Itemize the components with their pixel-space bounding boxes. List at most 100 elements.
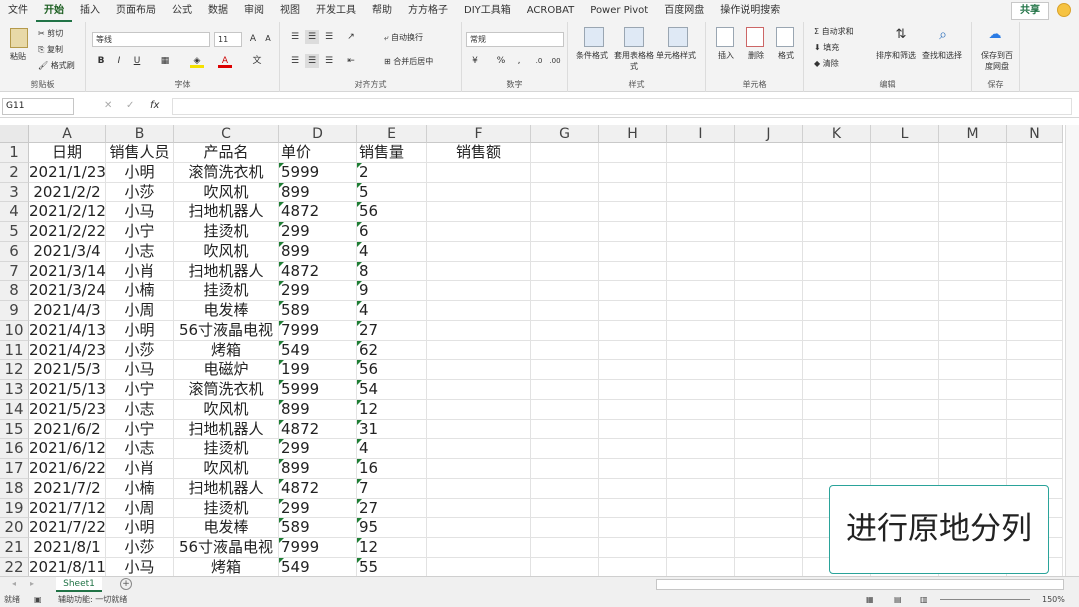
grid-cell[interactable]: 小莎: [106, 340, 174, 361]
decrease-decimal-icon[interactable]: .00: [548, 54, 562, 68]
cell-styles-button[interactable]: 单元格样式: [656, 50, 696, 61]
align-top-icon[interactable]: ☰: [288, 30, 302, 44]
merge-center-button[interactable]: ⊞ 合并后居中: [384, 56, 433, 67]
grid-cell[interactable]: [427, 162, 531, 183]
row-header[interactable]: 19: [0, 498, 29, 519]
grid-cell[interactable]: [939, 281, 1007, 301]
grid-cell[interactable]: [599, 478, 667, 499]
grid-cell[interactable]: [939, 301, 1007, 321]
grid-cell[interactable]: [735, 143, 803, 163]
accessibility-status[interactable]: 辅助功能: 一切就绪: [58, 592, 127, 607]
row-header[interactable]: 9: [0, 301, 29, 321]
grid-cell[interactable]: [599, 538, 667, 558]
grid-cell[interactable]: [871, 261, 939, 282]
grid-cell[interactable]: 55: [357, 557, 427, 576]
grid-cell[interactable]: 小楠: [106, 281, 174, 301]
grid-cell[interactable]: [531, 360, 599, 380]
align-bottom-icon[interactable]: ☰: [322, 30, 336, 44]
grid-cell[interactable]: 2021/7/2: [29, 478, 106, 499]
grid-cell[interactable]: 日期: [29, 143, 106, 163]
grid-cell[interactable]: 2021/4/3: [29, 301, 106, 321]
grid-cell[interactable]: 2021/7/22: [29, 518, 106, 538]
clear-button[interactable]: ◆ 清除: [814, 58, 839, 69]
cut-button[interactable]: ✂ 剪切: [38, 28, 63, 39]
grid-cell[interactable]: [427, 241, 531, 262]
row-header[interactable]: 5: [0, 222, 29, 242]
column-header[interactable]: A: [29, 125, 106, 143]
format-as-table-button[interactable]: 套用表格格式: [612, 50, 656, 72]
grid-cell[interactable]: [871, 419, 939, 440]
grid-cell[interactable]: [939, 340, 1007, 361]
grid-cell[interactable]: 2021/6/12: [29, 439, 106, 459]
row-header[interactable]: 8: [0, 281, 29, 301]
grid-cell[interactable]: [667, 143, 735, 163]
grid-cell[interactable]: [531, 439, 599, 459]
grid-cell[interactable]: [599, 439, 667, 459]
grid-cell[interactable]: [667, 399, 735, 420]
ribbon-tab[interactable]: Power Pivot: [582, 0, 656, 22]
grid-cell[interactable]: [599, 518, 667, 538]
conditional-format-button[interactable]: 条件格式: [576, 50, 608, 61]
grid-cell[interactable]: [735, 261, 803, 282]
grid-cell[interactable]: 小莎: [106, 182, 174, 203]
grid-cell[interactable]: 95: [357, 518, 427, 538]
grid-cell[interactable]: [871, 162, 939, 183]
column-header[interactable]: H: [599, 125, 667, 143]
grid-cell[interactable]: 扫地机器人: [174, 419, 279, 440]
grid-cell[interactable]: [1007, 301, 1063, 321]
row-header[interactable]: 13: [0, 380, 29, 400]
insert-cells-button[interactable]: 插入: [718, 50, 734, 61]
grid-cell[interactable]: [1007, 162, 1063, 183]
grid-cell[interactable]: [803, 261, 871, 282]
grid-cell[interactable]: [427, 459, 531, 479]
ribbon-tab[interactable]: 审阅: [236, 0, 272, 22]
grid-cell[interactable]: [939, 320, 1007, 341]
grid-cell[interactable]: [871, 143, 939, 163]
grid-cell[interactable]: [531, 301, 599, 321]
comma-style-icon[interactable]: ,: [512, 54, 526, 68]
grid-cell[interactable]: 小明: [106, 162, 174, 183]
grid-cell[interactable]: 899: [279, 399, 357, 420]
grid-cell[interactable]: [427, 380, 531, 400]
grid-cell[interactable]: [735, 419, 803, 440]
grid-cell[interactable]: 56寸液晶电视: [174, 538, 279, 558]
grid-cell[interactable]: 54: [357, 380, 427, 400]
grid-cell[interactable]: [599, 380, 667, 400]
ribbon-tab[interactable]: 页面布局: [108, 0, 164, 22]
grid-cell[interactable]: 单价: [279, 143, 357, 163]
grid-cell[interactable]: [531, 202, 599, 222]
underline-button[interactable]: U: [130, 54, 144, 68]
grid-cell[interactable]: [1007, 320, 1063, 341]
grid-cell[interactable]: [871, 222, 939, 242]
row-header[interactable]: 12: [0, 360, 29, 380]
grid-cell[interactable]: [667, 222, 735, 242]
grid-cell[interactable]: [871, 340, 939, 361]
grid-cell[interactable]: 4872: [279, 419, 357, 440]
grid-cell[interactable]: 2021/6/22: [29, 459, 106, 479]
row-header[interactable]: 15: [0, 419, 29, 440]
grid-cell[interactable]: 小马: [106, 360, 174, 380]
grid-cell[interactable]: [735, 478, 803, 499]
grid-cell[interactable]: [667, 301, 735, 321]
grid-cell[interactable]: [735, 241, 803, 262]
grid-cell[interactable]: 2021/5/3: [29, 360, 106, 380]
grid-cell[interactable]: [531, 538, 599, 558]
grid-cell[interactable]: 电磁炉: [174, 360, 279, 380]
grid-cell[interactable]: [871, 439, 939, 459]
grid-cell[interactable]: [803, 320, 871, 341]
grid-cell[interactable]: [803, 439, 871, 459]
row-header[interactable]: 3: [0, 182, 29, 203]
tell-me-search[interactable]: 操作说明搜索: [712, 0, 788, 22]
indent-icon[interactable]: ⇤: [344, 54, 358, 68]
number-format-select[interactable]: 常规: [466, 32, 564, 47]
align-middle-icon[interactable]: ☰: [305, 30, 319, 44]
copy-button[interactable]: ⎘ 复制: [38, 44, 63, 55]
column-header[interactable]: L: [871, 125, 939, 143]
scroll-prev-sheet-icon[interactable]: ◂: [12, 579, 16, 588]
grid-cell[interactable]: 7: [357, 478, 427, 499]
grid-cell[interactable]: [871, 202, 939, 222]
find-select-icon[interactable]: ⌕: [936, 28, 950, 42]
grid-cell[interactable]: [531, 222, 599, 242]
grid-cell[interactable]: 扫地机器人: [174, 478, 279, 499]
grid-cell[interactable]: [427, 439, 531, 459]
